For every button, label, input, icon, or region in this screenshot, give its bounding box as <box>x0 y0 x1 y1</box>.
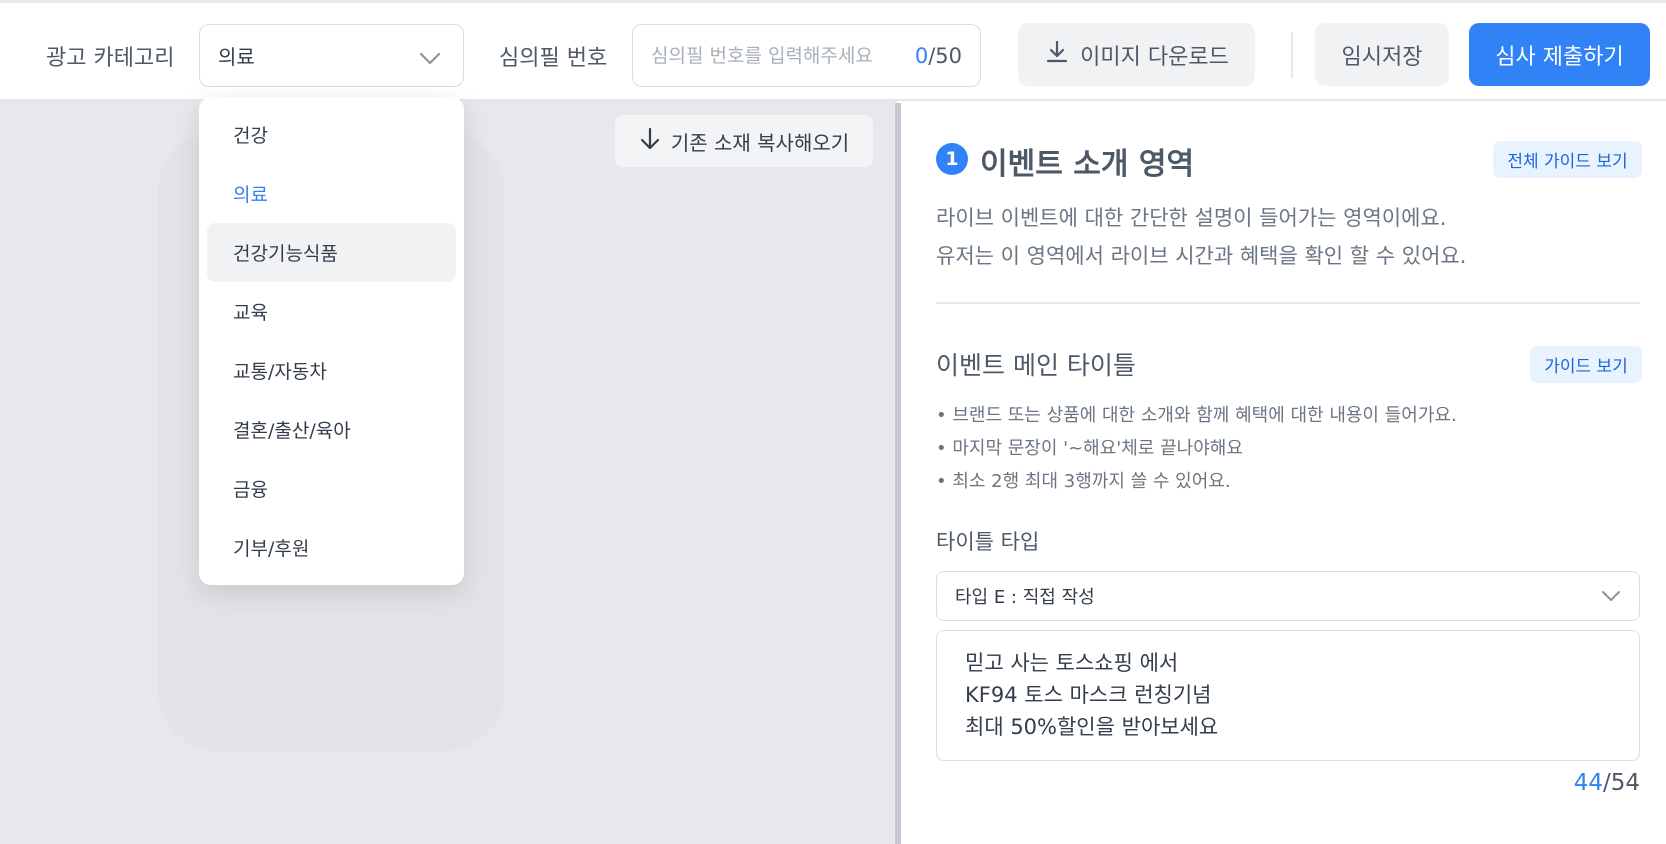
dropdown-item-transport[interactable]: 교통/자동차 <box>207 341 456 400</box>
review-number-label: 심의필 번호 <box>499 46 608 71</box>
download-icon <box>1044 39 1070 71</box>
copy-existing-button[interactable]: 기존 소재 복사해오기 <box>615 115 873 167</box>
editor-panel: 1 이벤트 소개 영역 전체 가이드 보기 라이브 이벤트에 대한 간단한 설명… <box>901 103 1666 844</box>
category-select-value: 의료 <box>218 45 255 69</box>
title-char-counter: 44/54 <box>1574 770 1640 796</box>
title-textarea[interactable]: 믿고 사는 토스쇼핑 에서 KF94 토스 마스크 런칭기념 최대 50%할인을… <box>936 630 1640 761</box>
guide-bullet: 마지막 문장이 '~해요'체로 끝나야해요 <box>936 432 1457 465</box>
title-type-label: 타이틀 타입 <box>936 530 1040 554</box>
dropdown-item-medical[interactable]: 의료 <box>207 164 456 223</box>
section-title: 이벤트 소개 영역 <box>980 147 1195 182</box>
full-guide-button[interactable]: 전체 가이드 보기 <box>1493 141 1642 178</box>
dropdown-item-donation[interactable]: 기부/후원 <box>207 518 456 577</box>
category-select[interactable]: 의료 <box>199 24 464 87</box>
image-download-button[interactable]: 이미지 다운로드 <box>1018 23 1255 86</box>
section-number-badge: 1 <box>936 143 968 175</box>
review-count-current: 0 <box>914 44 929 68</box>
description-line: 유저는 이 영역에서 라이브 시간과 혜택을 확인 할 수 있어요. <box>936 244 1467 268</box>
guide-bullet-list: 브랜드 또는 상품에 대한 소개와 함께 혜택에 대한 내용이 들어가요. 마지… <box>936 399 1457 498</box>
dropdown-item-wedding[interactable]: 결혼/출산/육아 <box>207 400 456 459</box>
title-type-select[interactable]: 타입 E : 직접 작성 <box>936 571 1640 621</box>
dropdown-item-finance[interactable]: 금융 <box>207 459 456 518</box>
title-count-max: /54 <box>1602 770 1640 796</box>
dropdown-item-education[interactable]: 교육 <box>207 282 456 341</box>
review-number-input[interactable] <box>651 44 901 67</box>
main-title-heading: 이벤트 메인 타이틀 <box>936 351 1136 380</box>
description-line: 라이브 이벤트에 대한 간단한 설명이 들어가는 영역이에요. <box>936 206 1447 230</box>
guide-button[interactable]: 가이드 보기 <box>1530 346 1642 383</box>
review-number-field[interactable]: 0/50 <box>632 24 981 87</box>
guide-bullet: 최소 2행 최대 3행까지 쓸 수 있어요. <box>936 465 1457 498</box>
top-bar: 광고 카테고리 의료 심의필 번호 0/50 이미지 다운로드 임시저장 심사 … <box>0 0 1666 101</box>
review-number-counter: 0/50 <box>915 44 962 68</box>
chevron-down-icon <box>1601 587 1621 608</box>
section-description: 라이브 이벤트에 대한 간단한 설명이 들어가는 영역이에요. 유저는 이 영역… <box>936 199 1466 275</box>
chevron-down-icon <box>419 47 441 71</box>
guide-bullet: 브랜드 또는 상품에 대한 소개와 함께 혜택에 대한 내용이 들어가요. <box>936 399 1456 432</box>
title-count-current: 44 <box>1573 770 1603 796</box>
review-count-max: /50 <box>928 44 962 68</box>
temp-save-button[interactable]: 임시저장 <box>1315 23 1449 86</box>
copy-existing-label: 기존 소재 복사해오기 <box>670 130 850 155</box>
image-download-label: 이미지 다운로드 <box>1080 44 1229 70</box>
category-label: 광고 카테고리 <box>46 46 175 71</box>
toolbar-divider <box>1291 32 1293 78</box>
title-type-value: 타입 E : 직접 작성 <box>955 587 1095 608</box>
category-dropdown-menu: 건강 의료 건강기능식품 교육 교통/자동차 결혼/출산/육아 금융 기부/후원 <box>199 97 464 585</box>
submit-review-button[interactable]: 심사 제출하기 <box>1469 23 1650 86</box>
dropdown-item-health-food[interactable]: 건강기능식품 <box>207 223 456 282</box>
section-divider <box>936 302 1640 304</box>
dropdown-item-health[interactable]: 건강 <box>207 105 456 164</box>
submit-review-label: 심사 제출하기 <box>1495 44 1624 70</box>
temp-save-label: 임시저장 <box>1341 44 1423 70</box>
arrow-down-icon <box>639 127 661 156</box>
